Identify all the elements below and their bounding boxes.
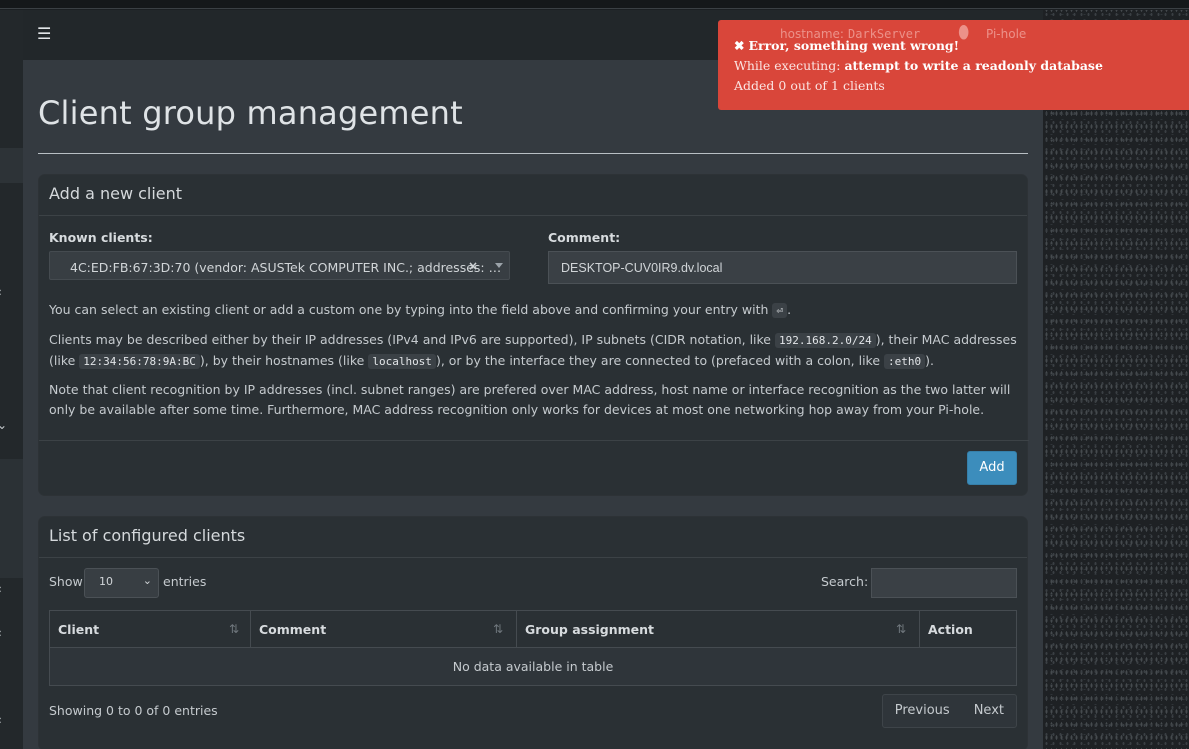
title-divider [38, 153, 1028, 154]
page-title: Client group management [38, 94, 463, 132]
entries-label: entries [163, 574, 207, 589]
column-header-comment[interactable]: Comment [251, 611, 517, 648]
column-client-label: Client [58, 622, 100, 637]
main-content: Client group management Add a new client… [23, 60, 1043, 749]
chevron-left-icon[interactable]: ‹ [0, 626, 2, 640]
table-info: Showing 0 to 0 of 0 entries [49, 703, 218, 718]
show-label: Show [49, 574, 83, 589]
help-text-2a: Clients may be described either by their… [49, 332, 771, 347]
column-action-label: Action [928, 622, 973, 637]
empty-table-message: No data available in table [50, 648, 1016, 685]
help-text-note: Note that client recognition by IP addre… [49, 382, 1011, 417]
column-header-action: Action [920, 611, 1016, 648]
sort-icon[interactable]: ⇅ [896, 611, 906, 648]
comment-label: Comment: [548, 230, 621, 245]
page-size-select[interactable]: 10 ⌄ [84, 568, 159, 598]
search-label: Search: [821, 574, 869, 589]
code-hostname: localhost [368, 354, 436, 369]
known-clients-value: 4C:ED:FB:67:3D:70 (vendor: ASUSTek COMPU… [70, 260, 502, 275]
sort-icon[interactable]: ⇅ [229, 611, 239, 648]
column-groups-label: Group assignment [525, 622, 655, 637]
pihole-logo-icon: ⬮ [958, 22, 970, 43]
client-list-header: List of configured clients [39, 517, 1027, 558]
toast-detail-prefix: While executing: [734, 58, 841, 73]
code-subnet: 192.168.2.0/24 [774, 333, 876, 348]
previous-button[interactable]: Previous [883, 695, 962, 727]
clear-selection-icon[interactable]: × [468, 259, 478, 273]
code-mac: 12:34:56:78:9A:BC [79, 354, 200, 369]
table-header: Client ⇅ Comment ⇅ Group assignment ⇅ Ac… [50, 611, 1016, 648]
navbar-hostname-label: hostname: [780, 27, 844, 41]
hamburger-icon[interactable]: ☰ [37, 24, 51, 43]
navbar-hostname-value: DarkServer [848, 27, 921, 41]
add-client-box: Add a new client Known clients: 4C:ED:FB… [38, 174, 1029, 496]
clients-table: Client ⇅ Comment ⇅ Group assignment ⇅ Ac… [49, 610, 1017, 686]
chevron-left-icon[interactable]: ‹ [0, 582, 2, 596]
chevron-left-icon[interactable]: ‹ [0, 713, 2, 727]
toast-detail-row: While executing: attempt to write a read… [734, 56, 1173, 76]
next-button[interactable]: Next [962, 695, 1016, 727]
error-toast: hostname: DarkServer ⬮ Pi-hole ✖ Error, … [718, 20, 1189, 110]
comment-input[interactable] [548, 251, 1017, 284]
column-comment-label: Comment [259, 622, 327, 637]
column-header-groups[interactable]: Group assignment [517, 611, 920, 648]
dropdown-caret-icon[interactable] [495, 263, 503, 268]
chevron-down-icon[interactable]: ⌄ [0, 418, 7, 432]
code-interface: :eth0 [884, 354, 926, 369]
help-text-select: You can select an existing client or add… [49, 300, 1019, 321]
help-text-1-end: . [787, 302, 792, 317]
pagination: Previous Next [881, 694, 1017, 728]
navbar-brand: Pi-hole [986, 27, 1027, 41]
help-text-formats: Clients may be described either by their… [49, 330, 1019, 372]
help-text-2c: ), by their hostnames (like [199, 353, 365, 368]
add-client-header: Add a new client [39, 175, 1027, 216]
known-clients-label: Known clients: [49, 230, 153, 245]
sidebar: ‹ ⌄ ‹ ‹ ‹ [0, 10, 23, 749]
chevron-left-icon[interactable]: ‹ [0, 285, 2, 299]
toast-detail: attempt to write a readonly database [844, 58, 1103, 73]
enter-key-icon: ⏎ [772, 303, 788, 318]
search-input[interactable] [871, 568, 1017, 598]
box-footer-divider [39, 440, 1029, 441]
add-button[interactable]: Add [967, 451, 1017, 485]
help-text-1: You can select an existing client or add… [49, 302, 769, 317]
background-texture [1043, 10, 1189, 749]
client-list-box: List of configured clients Show 10 ⌄ ent… [38, 516, 1028, 749]
help-text-2e: ). [925, 353, 934, 368]
sort-icon[interactable]: ⇅ [493, 611, 503, 648]
toast-summary: Added 0 out of 1 clients [734, 78, 885, 93]
known-clients-select[interactable]: 4C:ED:FB:67:3D:70 (vendor: ASUSTek COMPU… [49, 251, 510, 280]
help-text-2d: ), or by the interface they are connecte… [435, 353, 881, 368]
sidebar-submenu [0, 459, 23, 578]
window-top-bar [0, 0, 1189, 9]
sidebar-active-item[interactable] [0, 148, 23, 183]
column-header-client[interactable]: Client [50, 611, 251, 648]
page-size-value: 10 [99, 575, 113, 588]
chevron-down-icon: ⌄ [142, 574, 152, 587]
close-icon[interactable]: ✖ [734, 38, 744, 53]
